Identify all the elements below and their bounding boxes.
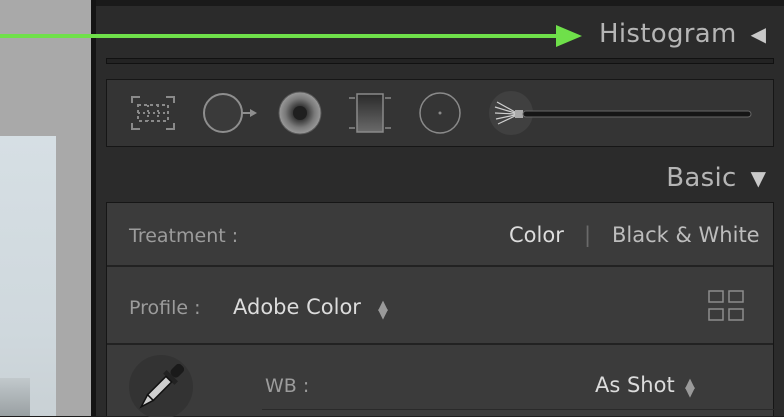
basic-panel-header[interactable]: Basic ▼ [666, 158, 784, 198]
updown-icon[interactable]: ▲ ▼ [378, 299, 388, 321]
histogram-collapsed-bar [106, 58, 774, 64]
treatment-bw-option[interactable]: Black & White [612, 223, 760, 247]
triangle-down-icon[interactable]: ▼ [751, 166, 766, 190]
eyedropper-icon[interactable] [125, 353, 197, 417]
triangle-left-icon[interactable]: ◀ [751, 22, 766, 46]
updown-icon[interactable]: ▲ ▼ [685, 377, 695, 399]
crop-overlay-icon[interactable] [127, 90, 179, 136]
treatment-label: Treatment : [129, 225, 239, 247]
histogram-title: Histogram [599, 19, 737, 49]
wb-dropdown[interactable]: As Shot [595, 373, 675, 397]
photo-preview-area [0, 0, 91, 416]
tool-strip [106, 79, 774, 147]
radial-filter-icon[interactable] [415, 90, 465, 136]
graduated-filter-icon[interactable] [345, 90, 395, 136]
profile-label: Profile : [129, 297, 201, 319]
grid-icon[interactable] [707, 289, 747, 323]
panel-top-edge [96, 0, 784, 6]
treatment-color-option[interactable]: Color [509, 223, 564, 247]
photo-preview [0, 136, 56, 416]
wb-divider [262, 409, 784, 410]
wb-label: WB : [265, 375, 310, 397]
basic-title: Basic [666, 163, 737, 193]
adjustment-brush-icon[interactable] [485, 90, 755, 136]
spot-removal-icon[interactable] [201, 90, 261, 136]
wb-row: WB : As Shot ▲ ▼ [107, 347, 784, 417]
profile-row: Profile : Adobe Color ▲ ▼ [107, 269, 773, 345]
basic-panel: Treatment : Color | Black & White Profil… [106, 202, 784, 417]
treatment-separator: | [584, 223, 592, 247]
photo-detail [0, 378, 30, 416]
histogram-panel-header[interactable]: Histogram ◀ [599, 14, 784, 54]
treatment-row: Treatment : Color | Black & White [107, 203, 773, 267]
red-eye-icon[interactable] [275, 90, 325, 136]
profile-dropdown[interactable]: Adobe Color [233, 295, 361, 319]
